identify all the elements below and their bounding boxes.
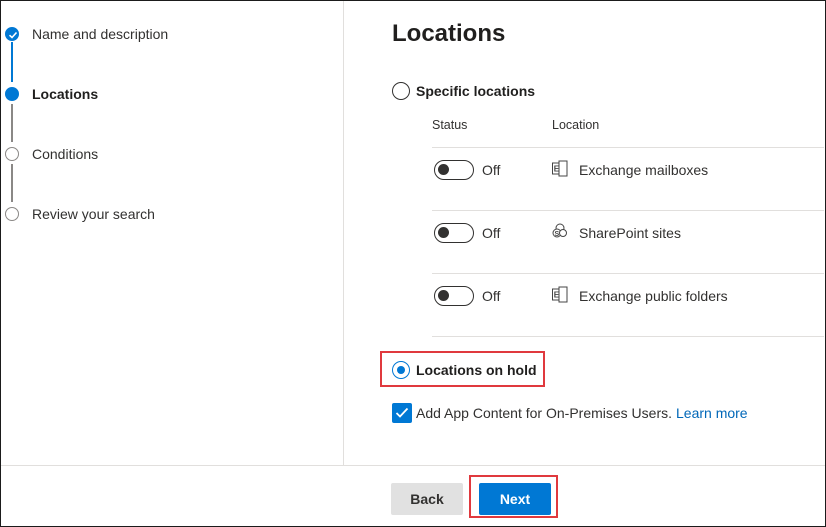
step-label: Name and description	[32, 26, 169, 42]
location-name: SharePoint sites	[579, 225, 681, 241]
specific-locations-label: Specific locations	[416, 83, 536, 99]
pending-step-dot-icon	[5, 207, 19, 221]
app-content-option: Add App Content for On-Premises Users. L…	[392, 403, 748, 423]
step-connector	[11, 164, 13, 202]
learn-more-link[interactable]: Learn more	[676, 405, 748, 421]
exchange-icon: E	[552, 286, 568, 303]
step-label: Locations	[32, 86, 99, 102]
current-step-dot-icon	[5, 87, 19, 101]
location-column-header: Location	[552, 118, 600, 132]
sharepoint-icon: S	[552, 223, 567, 238]
location-row-exchange-public-folders: Off E Exchange public folders	[432, 273, 824, 337]
svg-text:E: E	[554, 291, 560, 300]
step-name-and-description[interactable]: Name and description	[0, 22, 330, 46]
location-row-exchange-mailboxes: Off E Exchange mailboxes	[432, 147, 824, 210]
pending-step-dot-icon	[5, 147, 19, 161]
exchange-public-folders-toggle[interactable]	[434, 286, 474, 306]
toggle-status-text: Off	[482, 288, 501, 304]
step-label: Review your search	[32, 206, 155, 222]
step-review-your-search[interactable]: Review your search	[0, 202, 330, 226]
step-connector	[11, 104, 13, 142]
locations-on-hold-label: Locations on hold	[416, 362, 537, 378]
step-label: Conditions	[32, 146, 99, 162]
check-circle-icon	[5, 27, 19, 41]
locations-on-hold-radio[interactable]	[392, 361, 410, 379]
location-name: Exchange mailboxes	[579, 162, 709, 178]
exchange-icon: E	[552, 160, 568, 177]
page-title: Locations	[392, 20, 506, 47]
back-button[interactable]: Back	[391, 483, 463, 515]
svg-text:S: S	[555, 231, 560, 238]
location-name: Exchange public folders	[579, 288, 728, 304]
sharepoint-sites-toggle[interactable]	[434, 223, 474, 243]
step-connector	[11, 42, 13, 82]
location-row-sharepoint-sites: Off S SharePoint sites	[432, 210, 824, 273]
app-content-label: Add App Content for On-Premises Users.	[416, 405, 672, 421]
toggle-status-text: Off	[482, 162, 501, 178]
step-conditions[interactable]: Conditions	[0, 142, 330, 166]
specific-locations-radio[interactable]	[392, 82, 410, 100]
status-column-header: Status	[432, 118, 468, 132]
step-locations[interactable]: Locations	[0, 82, 330, 106]
locations-on-hold-option[interactable]: Locations on hold	[392, 361, 537, 379]
exchange-mailboxes-toggle[interactable]	[434, 160, 474, 180]
specific-locations-option[interactable]: Specific locations	[392, 82, 535, 100]
svg-text:E: E	[554, 165, 560, 174]
app-content-checkbox[interactable]	[392, 403, 412, 423]
wizard-stepper	[1, 1, 344, 465]
next-button[interactable]: Next	[479, 483, 551, 515]
toggle-status-text: Off	[482, 225, 501, 241]
